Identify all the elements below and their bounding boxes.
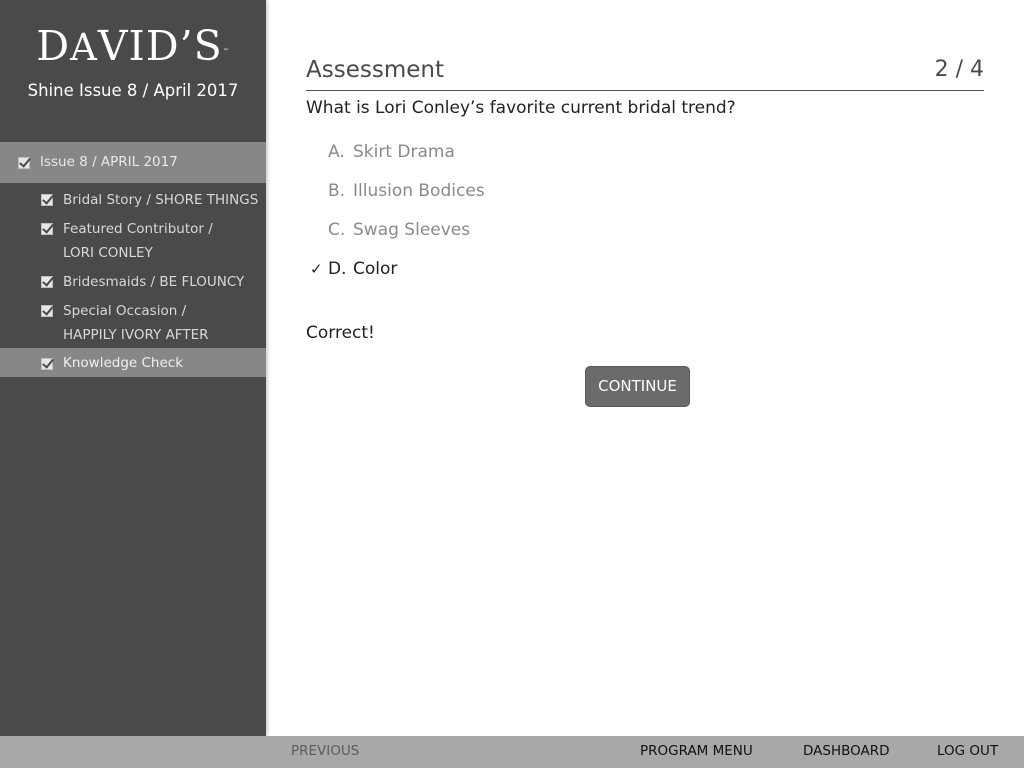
option-text: Skirt Drama [353,142,455,162]
answer-option-a[interactable]: A. Skirt Drama [306,139,706,165]
nav-item-label: Special Occasion / HAPPILY IVORY AFTER [63,299,263,347]
nav-item-knowledge-check[interactable]: Knowledge Check [0,348,266,377]
answer-option-b[interactable]: B. Illusion Bodices [306,178,706,204]
nav-item-label-line1: Featured Contributor / [63,221,213,237]
option-letter: B. [328,181,346,201]
footer-bar: PREVIOUS PROGRAM MENU DASHBOARD LOG OUT [0,736,1024,768]
question-text: What is Lori Conley’s favorite current b… [306,98,736,118]
checkbox-checked-icon [41,194,53,206]
nav-item-label-line1: Special Occasion / [63,303,187,319]
checkbox-checked-icon [18,157,30,169]
option-text: Swag Sleeves [353,220,471,240]
issue-title: Shine Issue 8 / April 2017 [27,81,239,100]
checkbox-checked-icon [41,358,53,370]
question-counter: 2 / 4 [934,57,984,82]
answer-option-d[interactable]: ✓ D. Color [306,256,706,282]
option-letter: D. [328,259,347,279]
page-title: Assessment [306,57,444,83]
option-letter: A. [328,142,345,162]
checkbox-checked-icon [41,276,53,288]
davids-logo: DAVID’S™ [36,22,230,70]
program-menu-link[interactable]: PROGRAM MENU [640,736,753,766]
option-letter: C. [328,220,346,240]
checkbox-checked-icon [41,305,53,317]
nav-item-featured-contributor[interactable]: Featured Contributor / LORI CONLEY [0,217,266,265]
option-text: Illusion Bodices [353,181,485,201]
checkmark-icon: ✓ [310,260,323,278]
nav-item-label-line2: LORI CONLEY [63,245,153,261]
nav-item-label: Bridesmaids / BE FLOUNCY [63,274,245,290]
nav-item-special-occasion[interactable]: Special Occasion / HAPPILY IVORY AFTER [0,299,266,347]
nav-item-label-line2: HAPPILY IVORY AFTER [63,327,209,343]
nav-item-label: Knowledge Check [63,355,184,371]
logout-link[interactable]: LOG OUT [937,736,998,766]
answer-option-c[interactable]: C. Swag Sleeves [306,217,706,243]
nav-item-label: Bridal Story / SHORE THINGS [63,192,259,208]
nav-item-bridesmaids[interactable]: Bridesmaids / BE FLOUNCY [0,270,266,294]
nav-issue-8[interactable]: Issue 8 / APRIL 2017 [0,142,266,183]
option-text: Color [353,259,398,279]
nav-item-bridal-story[interactable]: Bridal Story / SHORE THINGS [0,188,266,212]
nav-issue-8-label: Issue 8 / APRIL 2017 [40,154,178,170]
dashboard-link[interactable]: DASHBOARD [803,736,890,766]
sidebar: DAVID’S™ Shine Issue 8 / April 2017 Issu… [0,0,266,736]
checkbox-checked-icon [41,223,53,235]
previous-link[interactable]: PREVIOUS [291,736,359,766]
nav-item-label: Featured Contributor / LORI CONLEY [63,217,263,265]
continue-button[interactable]: CONTINUE [585,366,690,407]
assessment-header: Assessment 2 / 4 [306,54,984,91]
feedback-message: Correct! [306,323,375,343]
